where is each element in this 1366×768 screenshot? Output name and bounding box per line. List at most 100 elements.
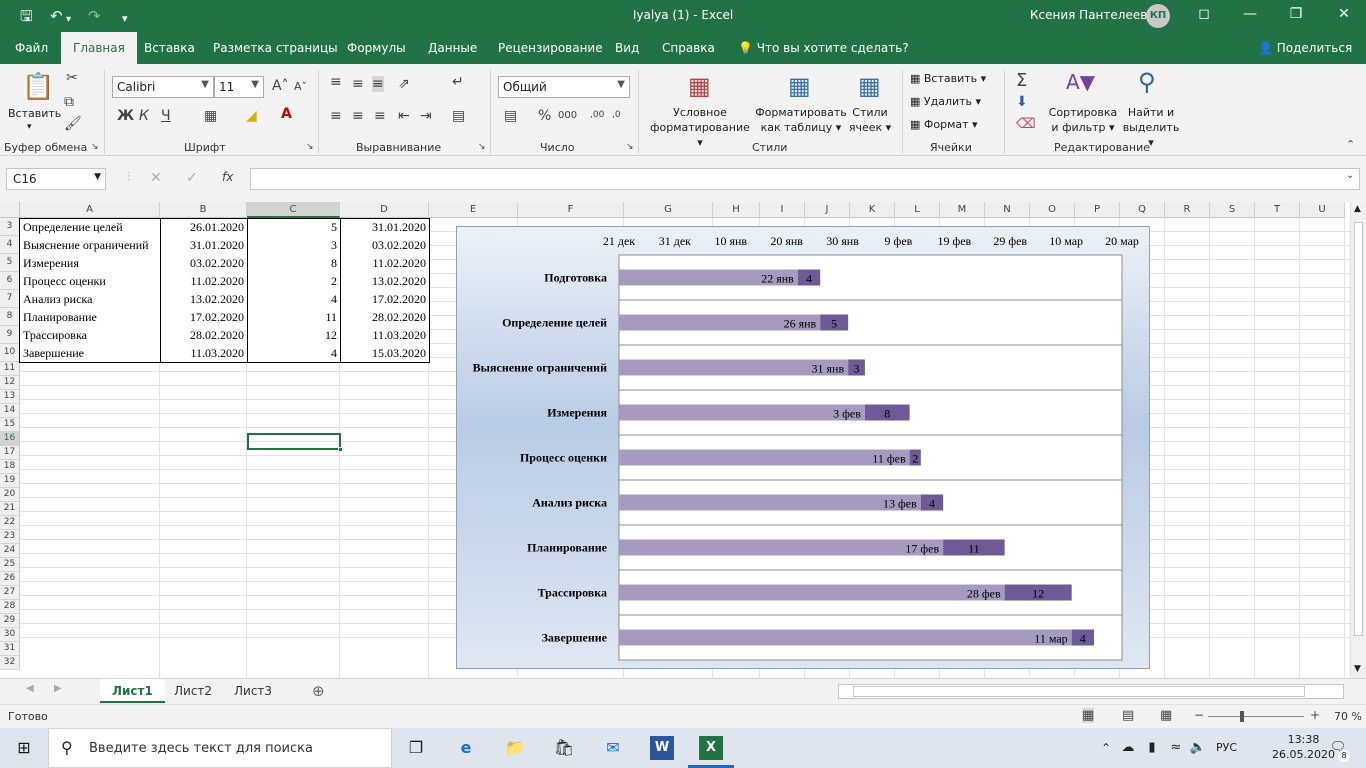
fill-handle[interactable]	[338, 447, 343, 452]
column-header-L[interactable]: L	[895, 202, 940, 218]
cell-styles-button[interactable]: Стили ячеек ▾	[846, 105, 894, 135]
row-header-29[interactable]: 29	[0, 614, 20, 628]
table-cell[interactable]: 13.02.2020	[340, 272, 429, 290]
format-cells-button[interactable]: ▦ Формат ▾	[910, 117, 978, 132]
input-language[interactable]: РУС	[1216, 741, 1237, 754]
insert-cells-button[interactable]: ▦ Вставить ▾	[910, 71, 986, 86]
column-header-C[interactable]: C	[247, 202, 340, 218]
row-header-18[interactable]: 18	[0, 460, 20, 474]
column-header-P[interactable]: P	[1075, 202, 1120, 218]
row-header-27[interactable]: 27	[0, 586, 20, 600]
tell-me-input[interactable]: 💡 Что вы хотите сделать?	[738, 41, 909, 55]
page-break-view-icon[interactable]: ▦	[1160, 708, 1172, 723]
format-painter-icon[interactable]: 🖌	[64, 116, 82, 132]
alignment-launcher-icon[interactable]: ↘	[478, 142, 486, 152]
row-header-21[interactable]: 21	[0, 502, 20, 516]
tab-home[interactable]: Главная	[61, 32, 137, 64]
row-header-4[interactable]: 4	[0, 236, 20, 254]
page-layout-view-icon[interactable]: ▤	[1122, 708, 1134, 723]
horizontal-scrollbar[interactable]	[838, 684, 1344, 699]
table-cell[interactable]: 11.03.2020	[160, 344, 247, 362]
scroll-thumb[interactable]	[1354, 222, 1363, 636]
column-header-Q[interactable]: Q	[1120, 202, 1165, 218]
underline-button[interactable]: Ч	[161, 108, 171, 124]
column-header-T[interactable]: T	[1255, 202, 1300, 218]
format-as-table-button[interactable]: Форматировать как таблицу ▾	[754, 105, 848, 135]
share-button[interactable]: 👤 Поделиться	[1258, 41, 1352, 55]
scroll-up-icon[interactable]: ▲	[1354, 204, 1361, 214]
cell-styles-icon[interactable]: ▦	[858, 72, 881, 100]
tab-formulas[interactable]: Формулы	[347, 41, 406, 55]
row-header-12[interactable]: 12	[0, 376, 20, 390]
tab-file[interactable]: Файл	[15, 41, 48, 55]
autosum-icon[interactable]: Σ	[1016, 70, 1027, 91]
next-sheet-icon[interactable]: ▶	[54, 683, 62, 694]
table-cell[interactable]: Трассировка	[20, 326, 160, 344]
row-header-13[interactable]: 13	[0, 390, 20, 404]
table-cell[interactable]: 8	[247, 254, 340, 272]
italic-button[interactable]: К	[139, 108, 149, 124]
zoom-slider-thumb[interactable]	[1240, 711, 1244, 722]
increase-indent-icon[interactable]: ⇥	[420, 108, 432, 124]
row-header-28[interactable]: 28	[0, 600, 20, 614]
zoom-out-icon[interactable]: −	[1194, 708, 1204, 722]
table-cell[interactable]: Определение целей	[20, 218, 160, 236]
table-cell[interactable]: 11.02.2020	[340, 254, 429, 272]
table-cell[interactable]: Планирование	[20, 308, 160, 326]
column-header-D[interactable]: D	[340, 202, 429, 218]
row-header-30[interactable]: 30	[0, 628, 20, 642]
table-cell[interactable]: 11.02.2020	[160, 272, 247, 290]
row-header-5[interactable]: 5	[0, 254, 20, 272]
volume-icon[interactable]: 🔈	[1186, 736, 1210, 760]
name-box[interactable]: C16 ▼	[6, 168, 106, 190]
tab-data[interactable]: Данные	[428, 41, 477, 55]
increase-decimal-icon[interactable]: ,00	[590, 110, 604, 120]
active-cell-selection[interactable]	[247, 433, 341, 450]
paste-button[interactable]: Вставить	[8, 106, 61, 121]
battery-icon[interactable]: ▮	[1140, 736, 1164, 760]
clear-icon[interactable]: ⌫	[1016, 116, 1036, 132]
font-color-icon[interactable]: A	[281, 106, 292, 122]
align-left-icon[interactable]: ≡	[330, 108, 342, 124]
table-cell[interactable]: 03.02.2020	[340, 236, 429, 254]
table-cell[interactable]: 28.02.2020	[340, 308, 429, 326]
row-header-31[interactable]: 31	[0, 642, 20, 656]
cancel-icon[interactable]: ✕	[150, 170, 162, 186]
sheet-tab-3[interactable]: Лист3	[222, 679, 284, 703]
column-header-A[interactable]: A	[20, 202, 160, 218]
row-header-7[interactable]: 7	[0, 290, 20, 308]
sort-filter-button[interactable]: Сортировка и фильтр ▾	[1048, 105, 1118, 135]
column-header-O[interactable]: O	[1030, 202, 1075, 218]
file-explorer-icon[interactable]: 📁	[503, 736, 527, 760]
wrap-text-icon[interactable]: ↵	[452, 74, 464, 90]
row-header-22[interactable]: 22	[0, 516, 20, 530]
format-as-table-icon[interactable]: ▦	[788, 72, 811, 100]
tab-insert[interactable]: Вставка	[144, 41, 195, 55]
tab-page-layout[interactable]: Разметка страницы	[213, 41, 338, 55]
copy-icon[interactable]: ⧉	[64, 94, 74, 110]
row-header-6[interactable]: 6	[0, 272, 20, 290]
borders-icon[interactable]: ▦	[204, 108, 217, 124]
table-cell[interactable]: 17.02.2020	[160, 308, 247, 326]
number-launcher-icon[interactable]: ↘	[626, 142, 634, 152]
collapse-ribbon-icon[interactable]: ⌃	[1346, 138, 1355, 151]
excel-icon[interactable]: X	[699, 736, 723, 760]
table-cell[interactable]: Процесс оценки	[20, 272, 160, 290]
increase-font-icon[interactable]: A˄	[272, 78, 289, 94]
row-header-24[interactable]: 24	[0, 544, 20, 558]
row-header-11[interactable]: 11	[0, 362, 20, 376]
sort-filter-icon[interactable]: A▼	[1066, 70, 1095, 94]
row-header-26[interactable]: 26	[0, 572, 20, 586]
maximize-icon[interactable]: ❐	[1286, 6, 1306, 22]
close-icon[interactable]: ✕	[1334, 6, 1354, 22]
column-header-J[interactable]: J	[805, 202, 850, 218]
zoom-level[interactable]: 70 %	[1334, 710, 1362, 723]
conditional-format-button[interactable]: Условное форматирование ▾	[648, 105, 752, 150]
align-right-icon[interactable]: ≡	[374, 108, 386, 124]
column-header-G[interactable]: G	[624, 202, 713, 218]
select-all-corner[interactable]	[0, 202, 20, 218]
row-header-3[interactable]: 3	[0, 218, 20, 236]
add-sheet-icon[interactable]: ⊕	[312, 682, 325, 700]
store-icon[interactable]: 🛍	[552, 736, 576, 760]
zoom-slider[interactable]	[1208, 716, 1304, 717]
